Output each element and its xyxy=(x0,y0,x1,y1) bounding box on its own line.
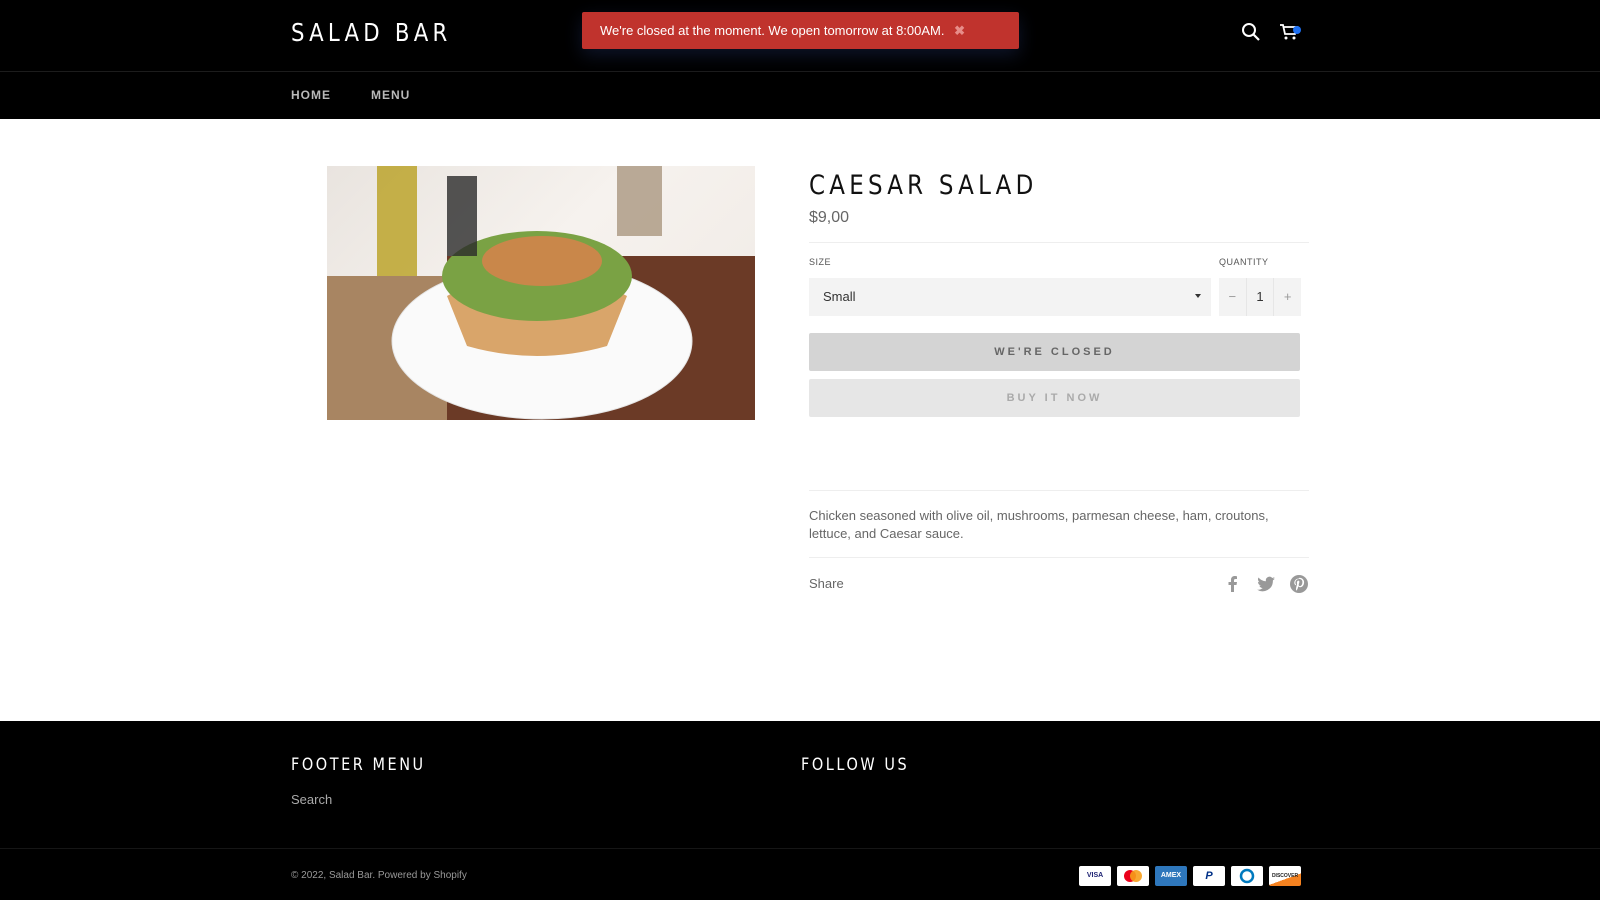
footer-menu-heading: FOOTER MENU xyxy=(291,755,426,775)
product-price: $9,00 xyxy=(809,209,850,226)
cart-badge xyxy=(1293,26,1301,34)
copyright-prefix: © 2022, xyxy=(291,870,329,881)
divider xyxy=(809,557,1309,558)
closed-button[interactable]: WE'RE CLOSED xyxy=(809,333,1300,371)
facebook-icon xyxy=(1228,576,1237,592)
search-icon xyxy=(1242,23,1260,41)
mastercard-icon xyxy=(1117,866,1149,886)
quantity-stepper: − 1 + xyxy=(1219,278,1301,316)
product-image[interactable] xyxy=(327,166,755,420)
size-label: SIZE xyxy=(809,257,832,267)
quantity-label: QUANTITY xyxy=(1219,257,1269,267)
closed-notice-banner: We're closed at the moment. We open tomo… xyxy=(582,12,1019,49)
buy-now-button[interactable]: BUY IT NOW xyxy=(809,379,1300,417)
twitter-icon xyxy=(1257,576,1275,592)
visa-icon: VISA xyxy=(1079,866,1111,886)
diners-icon xyxy=(1231,866,1263,886)
quantity-input[interactable]: 1 xyxy=(1245,278,1275,316)
follow-us-heading: FOLLOW US xyxy=(801,755,910,775)
amex-icon: AMEX xyxy=(1155,866,1187,886)
quantity-increase-button[interactable]: + xyxy=(1274,278,1301,316)
footer-link-search[interactable]: Search xyxy=(291,792,332,807)
powered-by-link[interactable]: Powered by Shopify xyxy=(378,870,467,881)
divider xyxy=(809,242,1309,243)
main-nav: HOME MENU xyxy=(291,72,410,118)
size-select[interactable]: Small xyxy=(809,278,1211,316)
footer-divider xyxy=(0,848,1600,849)
search-button[interactable] xyxy=(1241,22,1265,46)
site-footer: FOOTER MENU FOLLOW US Search © 2022, Sal… xyxy=(0,721,1600,900)
product-title: CAESAR SALAD xyxy=(809,170,1038,201)
discover-icon: DISCOVER xyxy=(1269,866,1301,886)
cart-button[interactable] xyxy=(1279,22,1303,46)
pinterest-icon xyxy=(1290,575,1308,593)
divider xyxy=(809,490,1309,491)
payment-icons: VISA AMEX P DISCOVER xyxy=(1079,866,1301,886)
quantity-decrease-button[interactable]: − xyxy=(1219,278,1246,316)
size-select-value: Small xyxy=(823,289,856,304)
close-icon[interactable]: ✖ xyxy=(954,23,965,38)
closed-notice-text: We're closed at the moment. We open tomo… xyxy=(600,23,945,38)
site-header: SALAD BAR We're closed at the moment. We… xyxy=(0,0,1600,119)
chevron-down-icon xyxy=(1195,294,1201,298)
share-label: Share xyxy=(809,576,844,591)
product-description: Chicken seasoned with olive oil, mushroo… xyxy=(809,508,1269,541)
store-link[interactable]: Salad Bar xyxy=(329,870,372,881)
nav-menu[interactable]: MENU xyxy=(371,88,410,102)
facebook-share-button[interactable] xyxy=(1223,574,1243,594)
store-logo[interactable]: SALAD BAR xyxy=(291,18,452,47)
copyright: © 2022, Salad Bar. Powered by Shopify xyxy=(291,870,467,881)
twitter-share-button[interactable] xyxy=(1256,574,1276,594)
paypal-icon: P xyxy=(1193,866,1225,886)
pinterest-share-button[interactable] xyxy=(1289,574,1309,594)
nav-home[interactable]: HOME xyxy=(291,88,331,102)
